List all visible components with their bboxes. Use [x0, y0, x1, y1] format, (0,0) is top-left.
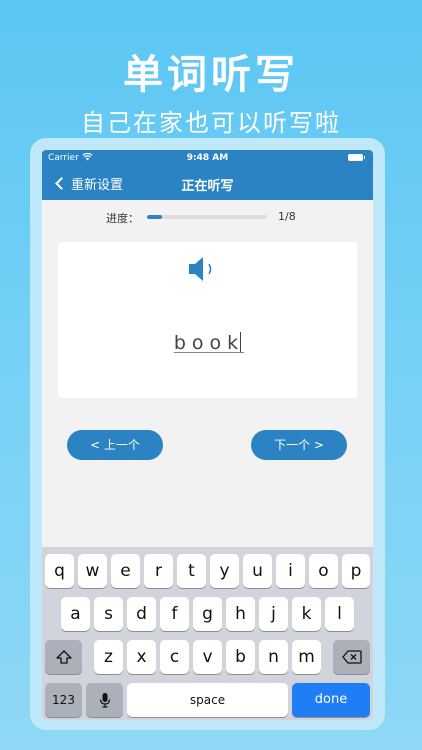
- key-y[interactable]: y: [210, 554, 239, 588]
- key-a[interactable]: a: [61, 597, 90, 631]
- key-r[interactable]: r: [144, 554, 173, 588]
- backspace-key[interactable]: [333, 640, 370, 674]
- word-card: book: [58, 242, 357, 398]
- key-p[interactable]: p: [342, 554, 370, 588]
- numbers-key[interactable]: 123: [45, 683, 82, 717]
- prev-word-button[interactable]: < 上一个: [67, 430, 163, 460]
- key-h[interactable]: h: [226, 597, 255, 631]
- key-k[interactable]: k: [292, 597, 321, 631]
- progress-fill: [147, 215, 162, 219]
- shift-key[interactable]: [45, 640, 82, 674]
- phone-screen: Carrier 9:48 AM 重新设置 正在听写 进度： 1/8 book <…: [42, 150, 373, 720]
- key-t[interactable]: t: [177, 554, 206, 588]
- key-n[interactable]: n: [259, 640, 288, 674]
- promo-subtitle: 自己在家也可以听写啦: [81, 109, 341, 137]
- space-key[interactable]: space: [127, 683, 288, 717]
- text-caret: [240, 332, 242, 352]
- microphone-icon: [99, 693, 110, 708]
- page-title: 正在听写: [181, 179, 234, 194]
- key-s[interactable]: s: [94, 597, 123, 631]
- progress-label: 进度：: [106, 212, 139, 225]
- answer-letter: o: [191, 332, 210, 354]
- backspace-icon: [341, 650, 362, 664]
- answer-letter: b: [173, 332, 192, 354]
- key-l[interactable]: l: [325, 597, 354, 631]
- answer-letter: k: [227, 332, 245, 354]
- key-d[interactable]: d: [127, 597, 156, 631]
- key-i[interactable]: i: [276, 554, 305, 588]
- key-f[interactable]: f: [160, 597, 189, 631]
- keyboard: q w e r t y u i o p a s d f g h j k l z …: [42, 547, 373, 720]
- progress-bar: [147, 215, 267, 219]
- key-e[interactable]: e: [111, 554, 140, 588]
- progress-count: 1/8: [278, 210, 296, 223]
- next-word-button[interactable]: 下一个 >: [251, 430, 347, 460]
- status-bar: Carrier 9:48 AM: [42, 150, 373, 166]
- key-j[interactable]: j: [259, 597, 288, 631]
- key-w[interactable]: w: [78, 554, 107, 588]
- promo-title: 单词听写: [123, 52, 299, 98]
- key-c[interactable]: c: [160, 640, 189, 674]
- shift-icon: [55, 650, 72, 664]
- speaker-icon[interactable]: [186, 254, 226, 284]
- key-x[interactable]: x: [127, 640, 156, 674]
- key-b[interactable]: b: [226, 640, 255, 674]
- key-z[interactable]: z: [94, 640, 123, 674]
- status-time: 9:48 AM: [186, 153, 229, 163]
- answer-letter: o: [209, 332, 228, 354]
- done-key[interactable]: done: [292, 683, 370, 717]
- key-m[interactable]: m: [292, 640, 321, 674]
- key-o[interactable]: o: [309, 554, 338, 588]
- key-v[interactable]: v: [193, 640, 222, 674]
- key-u[interactable]: u: [243, 554, 272, 588]
- nav-bar: Carrier 9:48 AM 重新设置 正在听写: [42, 150, 373, 200]
- answer-input[interactable]: book: [58, 332, 357, 354]
- dictation-key[interactable]: [86, 683, 123, 717]
- key-q[interactable]: q: [45, 554, 74, 588]
- battery-icon: [348, 154, 365, 161]
- key-g[interactable]: g: [193, 597, 222, 631]
